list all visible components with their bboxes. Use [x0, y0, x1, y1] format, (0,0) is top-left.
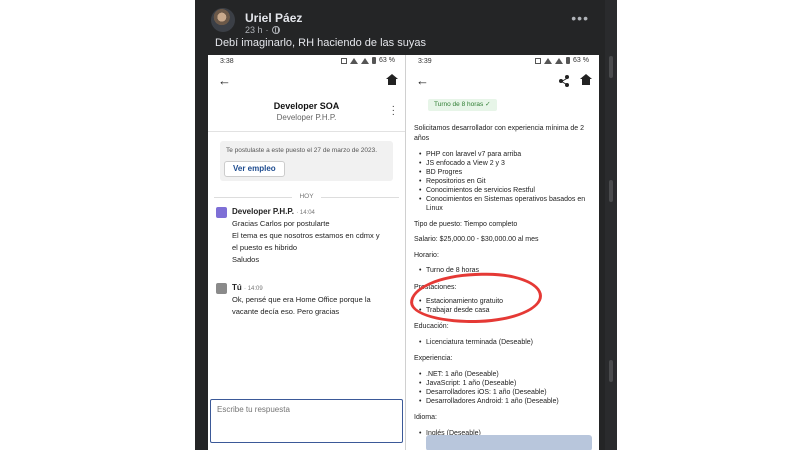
- message-line: Ok, pensé que era Home Office porque la: [232, 295, 371, 304]
- post-caption: Debí imaginarlo, RH haciendo de las suya…: [215, 37, 426, 49]
- wifi-icon: [350, 57, 359, 64]
- day-divider: HOY: [208, 193, 405, 200]
- requirement-item: BD Progres: [419, 169, 462, 176]
- status-bar: 3:39 63 %: [406, 55, 599, 69]
- experience-heading: Experiencia:: [414, 355, 453, 362]
- salary: Salario: $25,000.00 - $30,000.00 al mes: [414, 236, 539, 243]
- globe-icon: [271, 26, 280, 34]
- battery-level: 63 %: [379, 57, 395, 64]
- requirement-item: Repositorios en Git: [419, 178, 485, 185]
- chat-screenshot: 3:38 63 % ← Developer SOA Developer P.H.…: [208, 55, 405, 450]
- battery-level: 63 %: [573, 57, 589, 64]
- message-line: Saludos: [232, 255, 260, 264]
- reply-input[interactable]: [217, 405, 377, 414]
- scroll-marker: [609, 56, 613, 78]
- job-details-screenshot: 3:39 63 % ← Turno de 8 horas ✓ Solicitam…: [405, 55, 599, 450]
- application-notice: Te postulaste a este puesto el 27 de mar…: [220, 141, 393, 181]
- chat-title: Developer SOA: [273, 101, 340, 111]
- job-type: Tipo de puesto: Tiempo completo: [414, 221, 518, 228]
- divider: [208, 131, 405, 132]
- company-avatar-icon: [216, 207, 227, 218]
- status-time: 3:38: [220, 58, 234, 65]
- wifi-icon: [544, 57, 553, 64]
- app-bar: ←: [208, 69, 405, 97]
- requirement-item: Conocimientos de servicios Restful: [419, 187, 535, 194]
- scrollbar[interactable]: [605, 0, 617, 450]
- requirement-item: PHP con laravel v7 para arriba: [419, 151, 521, 158]
- apply-button[interactable]: [426, 435, 592, 450]
- page-background: [0, 0, 195, 450]
- avatar[interactable]: [211, 8, 235, 32]
- schedule-heading: Horario:: [414, 252, 439, 259]
- battery-icon: [372, 57, 377, 64]
- battery-icon: [566, 57, 571, 64]
- requirement-item: JS enfocado a View 2 y 3: [419, 160, 505, 167]
- post-time[interactable]: 23 h: [245, 25, 263, 35]
- experience-item: JavaScript: 1 año (Deseable): [419, 380, 516, 387]
- experience-item: Desarrolladores iOS: 1 año (Deseable): [419, 389, 547, 396]
- language-heading: Idioma:: [414, 414, 437, 421]
- message-sender: Tú · 14:09: [232, 283, 263, 292]
- signal-icon: [361, 57, 370, 64]
- back-arrow-icon[interactable]: ←: [218, 73, 231, 88]
- education-heading: Educación:: [414, 323, 449, 330]
- status-time: 3:39: [418, 58, 432, 65]
- kebab-menu-icon[interactable]: · · ·: [392, 102, 395, 120]
- status-icons: 63 %: [535, 57, 589, 64]
- status-icons: 63 %: [341, 57, 395, 64]
- requirement-item: Conocimientos en Sistemas operativos bas…: [419, 196, 585, 203]
- status-bar: 3:38 63 %: [208, 55, 405, 69]
- shift-badge: Turno de 8 horas ✓: [428, 99, 497, 111]
- red-highlight-circle: [409, 270, 543, 326]
- message-line: vacante decía eso. Pero gracias: [232, 307, 340, 316]
- home-icon[interactable]: [386, 74, 398, 87]
- notification-icon: [341, 57, 348, 64]
- message-line: Gracias Carlos por postularte: [232, 219, 330, 228]
- user-avatar-icon: [216, 283, 227, 294]
- screenshot: Uriel Páez 23 h · ••• Debí imaginarlo, R…: [0, 0, 800, 450]
- message-sender: Developer P.H.P. · 14:04: [232, 207, 315, 216]
- post-header: Uriel Páez 23 h · •••: [211, 8, 593, 38]
- notice-text: Te postulaste a este puesto el 27 de mar…: [226, 147, 378, 154]
- signal-icon: [555, 57, 564, 64]
- scroll-marker: [609, 180, 613, 202]
- chat-subtitle: Developer P.H.P.: [276, 113, 337, 122]
- experience-item: .NET: 1 año (Deseable): [419, 371, 499, 378]
- reply-box[interactable]: [210, 399, 403, 443]
- education-item: Licenciatura terminada (Deseable): [419, 339, 533, 346]
- experience-item: Desarrolladores Android: 1 año (Deseable…: [419, 398, 559, 405]
- message-line: El tema es que nosotros estamos en cdmx …: [232, 231, 380, 240]
- app-bar: ←: [406, 69, 599, 97]
- message-line: el puesto es hibrido: [232, 243, 298, 252]
- home-icon[interactable]: [580, 74, 592, 87]
- post-author[interactable]: Uriel Páez: [245, 11, 302, 25]
- requirement-item-cont: Linux: [426, 205, 443, 212]
- notification-icon: [535, 57, 542, 64]
- back-arrow-icon[interactable]: ←: [416, 73, 429, 88]
- scroll-marker: [609, 360, 613, 382]
- view-job-button[interactable]: Ver empleo: [224, 161, 285, 177]
- share-icon[interactable]: [559, 75, 569, 87]
- post-meta: 23 h ·: [245, 25, 280, 35]
- job-intro: años: [414, 135, 430, 142]
- more-icon[interactable]: •••: [571, 10, 589, 26]
- job-intro: Solicitamos desarrollador con experienci…: [414, 125, 585, 132]
